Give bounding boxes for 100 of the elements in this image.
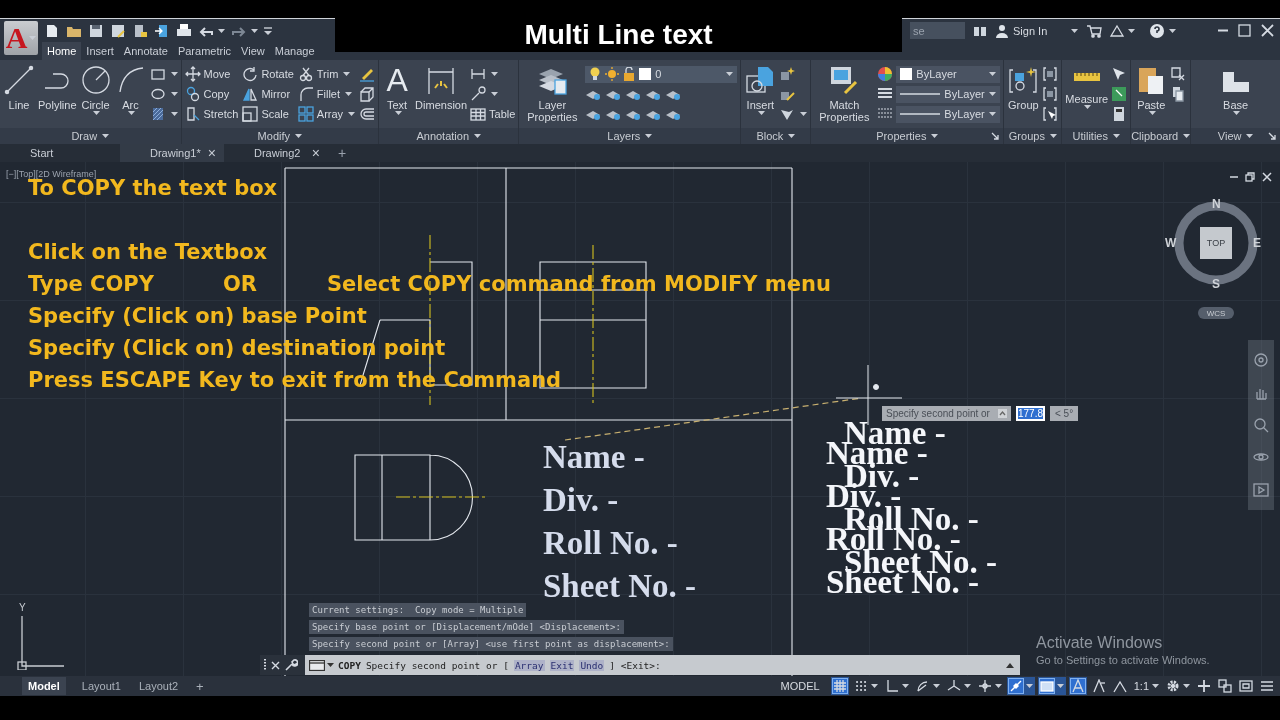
panel-launcher-button[interactable] <box>991 132 1000 140</box>
printer-icon <box>176 22 192 39</box>
window-control-button[interactable] <box>1238 24 1251 37</box>
ribbon-tool-button[interactable] <box>1170 84 1187 104</box>
ribbon-tool-button[interactable]: Move <box>184 64 239 84</box>
quick-access-button[interactable] <box>176 22 192 39</box>
close-tab-button[interactable]: × <box>207 145 216 161</box>
recent-commands-button[interactable] <box>309 659 334 671</box>
ribbon-tool-button[interactable]: Array <box>297 104 356 124</box>
ribbon-tool-button[interactable]: Measure <box>1065 64 1109 109</box>
new-tab-button[interactable]: + <box>328 144 357 162</box>
layout-tab[interactable]: Layout1 <box>79 677 123 695</box>
ribbon-tab[interactable]: Manage <box>269 42 320 60</box>
ribbon-tool-button[interactable] <box>1042 84 1059 104</box>
ribbon-tool-button[interactable]: Rotate <box>242 64 294 84</box>
navigation-button[interactable] <box>1253 416 1269 433</box>
ribbon-tool-button[interactable]: Copy <box>184 84 239 104</box>
panel-title-button[interactable]: Clipboard <box>1131 130 1191 142</box>
navigation-button[interactable] <box>1253 481 1269 498</box>
ribbon-tool-button[interactable]: Line <box>3 64 35 111</box>
file-tab[interactable]: Start <box>0 144 120 162</box>
lineweight-dropdown[interactable]: ByLayer <box>896 85 1001 103</box>
layout-tab[interactable]: Model <box>22 677 66 695</box>
quick-access-button[interactable] <box>132 22 148 39</box>
triangle-menu-button[interactable] <box>1110 23 1135 38</box>
customize-button[interactable] <box>264 26 272 35</box>
ribbon-tool-button[interactable]: Circle <box>79 64 112 115</box>
ribbon-tool-button[interactable]: Table <box>470 104 516 124</box>
ribbon-tool-button[interactable]: Scale <box>242 104 294 124</box>
customize-button[interactable] <box>284 658 298 672</box>
ribbon-tool-button[interactable]: Trim <box>297 64 356 84</box>
distance-input-field[interactable]: 177.8 <box>1015 406 1045 421</box>
annotation-scale-button[interactable]: 1:1 <box>1131 677 1161 695</box>
ribbon-tool-button[interactable]: Layer Properties <box>522 64 583 123</box>
ribbon-tool-button[interactable]: Match Properties <box>814 64 875 123</box>
ucs-menu-button[interactable]: WCS <box>1198 307 1234 319</box>
status-bar-button[interactable] <box>1195 677 1213 695</box>
ribbon-tab[interactable]: Annotate <box>118 42 173 60</box>
ribbon-tab[interactable]: Parametric <box>172 42 237 60</box>
ribbon-tool-button[interactable] <box>1042 64 1059 84</box>
navigation-button[interactable] <box>1253 352 1269 369</box>
status-bar-button[interactable] <box>1237 677 1255 695</box>
quick-access-button[interactable] <box>110 22 126 39</box>
close-tab-button[interactable]: × <box>311 145 320 161</box>
color-dropdown[interactable]: ByLayer <box>896 65 1001 83</box>
status-bar-button[interactable] <box>1216 677 1234 695</box>
command-option[interactable]: Exit <box>549 659 575 671</box>
leader-icon <box>470 86 487 102</box>
ribbon-tool-button[interactable]: Group <box>1007 64 1040 111</box>
documents-icon <box>1170 86 1187 102</box>
ribbon-tool-button[interactable]: Polyline <box>38 64 77 111</box>
window-control-button[interactable] <box>1261 24 1274 37</box>
status-toggle-button[interactable] <box>1006 677 1035 695</box>
panel-title-button[interactable]: Modify <box>257 130 302 142</box>
panel-title-button[interactable]: Draw <box>71 130 110 142</box>
ribbon-tool-button[interactable] <box>1111 84 1128 104</box>
caret-icon <box>989 92 997 96</box>
stretch-icon <box>184 106 201 122</box>
viewport-control-button[interactable] <box>1245 172 1255 182</box>
linetype-dropdown[interactable]: ByLayer <box>896 105 1001 123</box>
ribbon-tool-button[interactable]: Stretch <box>184 104 239 124</box>
help-button[interactable] <box>1149 22 1176 39</box>
angle-input-field[interactable]: < 5° <box>1050 406 1079 421</box>
layer-dropdown[interactable]: 0 <box>585 65 738 83</box>
cart-button[interactable] <box>1086 23 1102 38</box>
file-tab[interactable]: Drawing2 × <box>224 144 328 162</box>
command-option[interactable]: Array <box>513 659 545 671</box>
quick-access-button[interactable] <box>88 22 104 39</box>
model-space-button[interactable]: MODEL <box>776 680 824 692</box>
circle-icon <box>79 64 112 96</box>
ribbon-tool-button[interactable] <box>359 84 376 104</box>
layout-tab[interactable]: Layout2 <box>136 677 181 695</box>
file-tab[interactable]: Drawing1* × <box>120 144 224 162</box>
ribbon-tool-button[interactable]: A Text <box>382 64 413 115</box>
command-option[interactable]: Undo <box>579 659 605 671</box>
ribbon-tool-button[interactable]: Mirror <box>242 84 294 104</box>
ribbon-tool-button[interactable]: Paste <box>1135 64 1168 115</box>
ribbon-tool-button[interactable]: Fillet <box>297 84 356 104</box>
status-toggle-button[interactable] <box>1037 677 1066 695</box>
account-menu-button[interactable] <box>1069 28 1078 33</box>
close-command-line-button[interactable] <box>271 660 280 670</box>
compass-letter: E <box>1253 237 1261 249</box>
new-layout-button[interactable]: + <box>194 677 206 695</box>
command-input-field[interactable]: COPY Specify second point or [ Array Exit Undo ] <Exit>: <box>305 655 1020 675</box>
ribbon-tool-button[interactable]: Base <box>1219 64 1252 115</box>
ribbon-tool-button[interactable]: Arc <box>114 64 147 115</box>
ribbon-tool-button[interactable]: Insert <box>744 64 777 115</box>
ribbon-tool-button[interactable] <box>1042 104 1059 124</box>
panel-title-button[interactable]: Layers <box>607 130 653 142</box>
sign-in-button[interactable]: Sign In <box>995 23 1061 38</box>
ribbon-tab[interactable]: Insert <box>81 42 119 60</box>
panel-launcher-button[interactable] <box>1268 132 1276 140</box>
view-cube-face[interactable]: TOP <box>1200 227 1232 259</box>
ribbon-tab[interactable]: Home <box>42 42 82 60</box>
ribbon-tab[interactable]: View <box>236 42 270 60</box>
quick-access-button[interactable] <box>154 22 170 39</box>
ribbon-tool-button[interactable]: Dimension <box>415 64 468 111</box>
rectangle-icon <box>149 66 166 82</box>
viewport-control-button[interactable] <box>1262 172 1272 182</box>
quick-access-button[interactable] <box>44 22 60 39</box>
